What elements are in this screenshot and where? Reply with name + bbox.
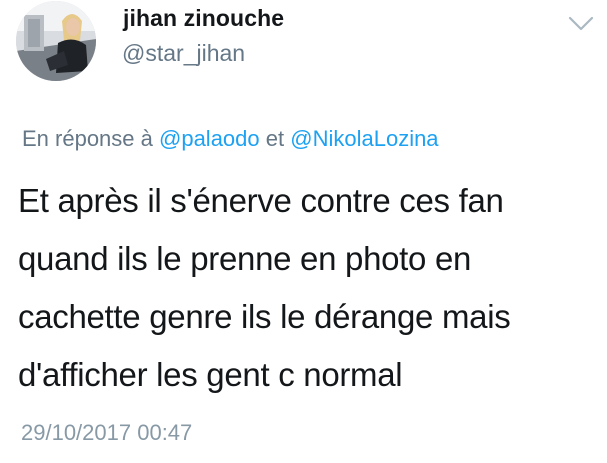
- reply-joiner: et: [265, 126, 285, 151]
- chevron-down-icon[interactable]: [568, 16, 594, 32]
- mention-link-nikolalozina[interactable]: @NikolaLozina: [290, 126, 438, 151]
- tweet-text-line: Et après il s'énerve contre ces fan: [18, 182, 504, 219]
- tweet-text-line: cachette genre ils le dérange mais: [18, 298, 511, 335]
- avatar[interactable]: [16, 1, 96, 81]
- tweet-timestamp[interactable]: 29/10/2017 00:47: [21, 420, 192, 446]
- mention-link-palaodo[interactable]: @palaodo: [159, 126, 260, 151]
- tweet-text-line: d'afficher les gent c normal: [18, 356, 403, 393]
- user-handle[interactable]: @star_jihan: [122, 40, 245, 67]
- reply-context: En réponse à @palaodo et @NikolaLozina: [22, 126, 439, 152]
- tweet-text: Et après il s'énerve contre ces fan quan…: [18, 172, 598, 404]
- avatar-photo: [16, 1, 96, 81]
- tweet-text-line: quand ils le prenne en photo en: [18, 240, 472, 277]
- display-name[interactable]: jihan zinouche: [123, 5, 284, 32]
- tweet-card: jihan zinouche @star_jihan En réponse à …: [0, 0, 607, 463]
- reply-prefix: En réponse à: [22, 126, 153, 151]
